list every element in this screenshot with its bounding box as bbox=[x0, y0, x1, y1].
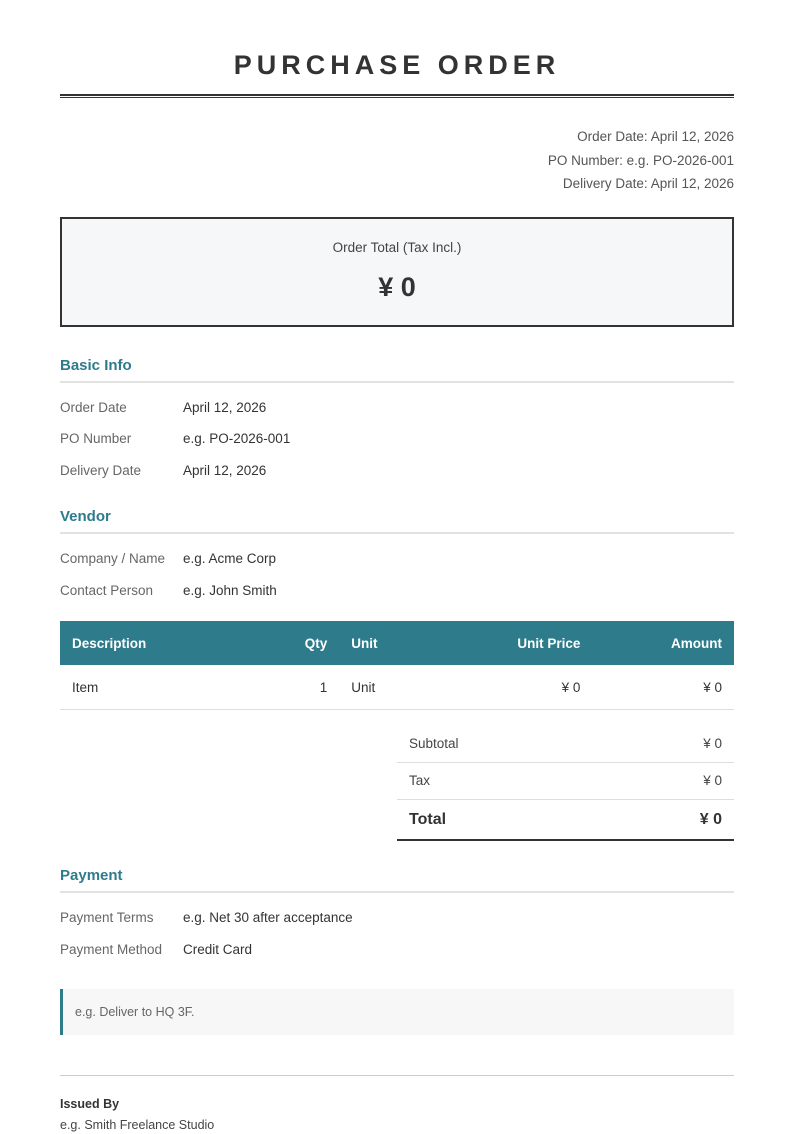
col-description: Description bbox=[60, 621, 280, 665]
table-row: Item 1 Unit ¥ 0 ¥ 0 bbox=[60, 665, 734, 710]
header-meta: Order Date: April 12, 2026 PO Number: e.… bbox=[60, 125, 734, 196]
order-total-box: Order Total (Tax Incl.) ¥ 0 bbox=[60, 216, 734, 327]
item-unit: Unit bbox=[339, 665, 443, 710]
delivery-date-value: April 12, 2026 bbox=[183, 462, 267, 478]
order-total-value: ¥ 0 bbox=[378, 271, 416, 302]
col-amount: Amount bbox=[592, 621, 734, 665]
tax-row: Tax ¥ 0 bbox=[397, 763, 734, 800]
meta-po-number: PO Number: e.g. PO-2026-001 bbox=[547, 152, 734, 168]
issued-by-label: Issued By bbox=[60, 1097, 120, 1111]
tax-label: Tax bbox=[409, 773, 431, 788]
payment-section: Payment Payment Terms e.g. Net 30 after … bbox=[60, 863, 734, 965]
total-value: ¥ 0 bbox=[699, 811, 722, 828]
item-amount: ¥ 0 bbox=[592, 665, 734, 710]
vendor-row: Company / Name e.g. Acme Corp bbox=[60, 543, 734, 575]
contact-person-value: e.g. John Smith bbox=[183, 582, 277, 598]
basic-info-row: Delivery Date April 12, 2026 bbox=[60, 455, 734, 487]
vendor-row: Contact Person e.g. John Smith bbox=[60, 575, 734, 607]
vendor-section: Vendor Company / Name e.g. Acme Corp Con… bbox=[60, 504, 734, 606]
field-label: Order Date bbox=[60, 399, 127, 415]
field-label: Payment Terms bbox=[60, 910, 154, 925]
payment-method-value: Credit Card bbox=[183, 941, 253, 957]
line-items-table: Description Qty Unit Unit Price Amount I… bbox=[60, 621, 734, 710]
field-label: Company / Name bbox=[60, 551, 166, 566]
field-label: Delivery Date bbox=[60, 462, 142, 478]
table-header-row: Description Qty Unit Unit Price Amount bbox=[60, 621, 734, 665]
payment-title: Payment bbox=[60, 863, 734, 893]
purchase-order-page: PURCHASE ORDER Order Date: April 12, 202… bbox=[60, 0, 734, 1134]
basic-info-title: Basic Info bbox=[60, 353, 734, 383]
notes-box: e.g. Deliver to HQ 3F. bbox=[60, 989, 734, 1035]
payment-terms-value: e.g. Net 30 after acceptance bbox=[183, 910, 353, 925]
subtotal-row: Subtotal ¥ 0 bbox=[397, 726, 734, 763]
totals-summary: Subtotal ¥ 0 Tax ¥ 0 Total ¥ 0 bbox=[397, 726, 734, 841]
subtotal-value: ¥ 0 bbox=[703, 736, 722, 751]
meta-order-date: Order Date: April 12, 2026 bbox=[577, 129, 734, 144]
document-title: PURCHASE ORDER bbox=[233, 50, 561, 80]
item-unit-price: ¥ 0 bbox=[442, 665, 593, 710]
total-label: Total bbox=[409, 811, 447, 828]
payment-row: Payment Method Credit Card bbox=[60, 934, 734, 966]
col-unit-price: Unit Price bbox=[442, 621, 593, 665]
col-qty: Qty bbox=[279, 621, 340, 665]
tax-value: ¥ 0 bbox=[703, 773, 722, 788]
total-row: Total ¥ 0 bbox=[397, 800, 734, 841]
basic-info-row: PO Number e.g. PO-2026-001 bbox=[60, 423, 734, 455]
payment-row: Payment Terms e.g. Net 30 after acceptan… bbox=[60, 902, 734, 934]
order-total-label: Order Total (Tax Incl.) bbox=[332, 239, 462, 255]
title-divider bbox=[60, 94, 734, 98]
footer-divider bbox=[60, 1075, 734, 1076]
basic-info-section: Basic Info Order Date April 12, 2026 PO … bbox=[60, 353, 734, 487]
company-name-value: e.g. Acme Corp bbox=[183, 551, 277, 566]
field-label: Contact Person bbox=[60, 582, 154, 598]
field-label: Payment Method bbox=[60, 941, 163, 957]
basic-info-row: Order Date April 12, 2026 bbox=[60, 392, 734, 424]
col-unit: Unit bbox=[339, 621, 443, 665]
subtotal-label: Subtotal bbox=[409, 736, 459, 751]
issued-by-value: e.g. Smith Freelance Studio bbox=[60, 1118, 215, 1132]
order-date-value: April 12, 2026 bbox=[183, 399, 267, 415]
item-qty: 1 bbox=[279, 665, 340, 710]
po-number-value: e.g. PO-2026-001 bbox=[183, 431, 291, 446]
field-label: PO Number bbox=[60, 431, 132, 446]
vendor-title: Vendor bbox=[60, 504, 734, 534]
item-description: Item bbox=[60, 665, 280, 710]
meta-delivery-date: Delivery Date: April 12, 2026 bbox=[562, 176, 734, 191]
